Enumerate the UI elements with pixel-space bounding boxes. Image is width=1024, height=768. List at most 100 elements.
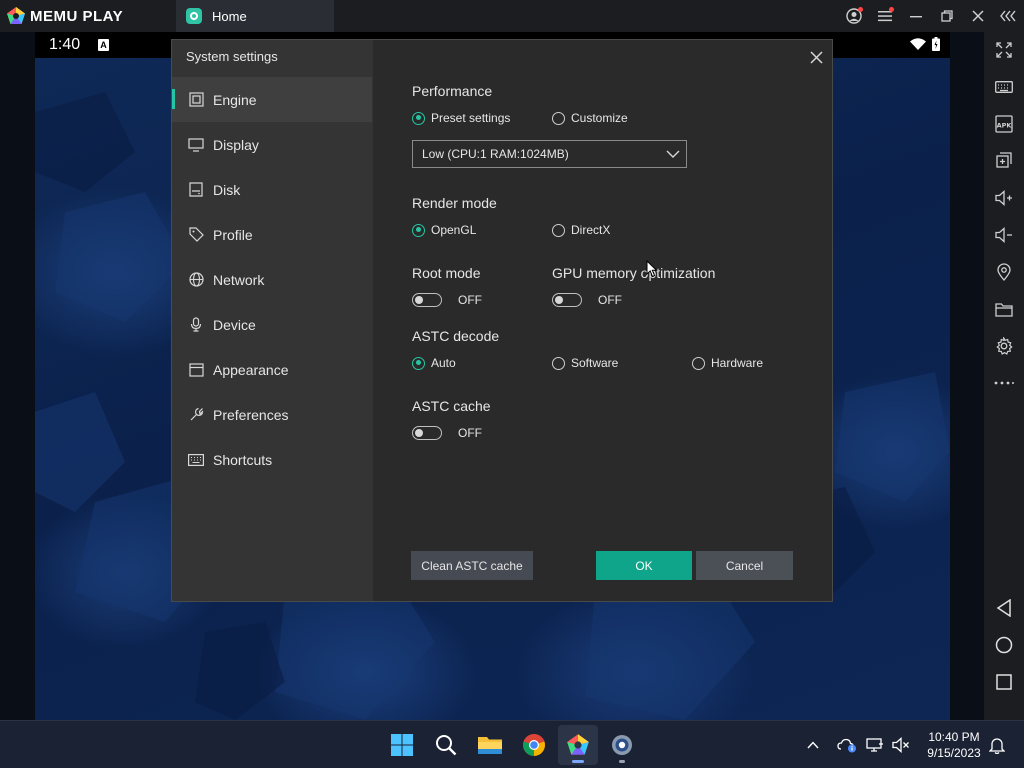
taskbar-clock[interactable]: 10:40 PM 9/15/2023 [918, 729, 990, 761]
nav-item-network[interactable]: Network [172, 257, 372, 302]
home-circle-icon [995, 636, 1013, 654]
start-button[interactable] [382, 725, 422, 765]
right-toolbar: APK [984, 32, 1024, 720]
more-button[interactable] [984, 368, 1024, 398]
windows-logo-icon [391, 734, 413, 756]
toggle-state: OFF [598, 293, 622, 307]
settings-app-button[interactable] [602, 725, 642, 765]
volume-down-button[interactable] [984, 220, 1024, 250]
radio-indicator [412, 223, 425, 237]
show-hidden-icons-button[interactable] [802, 721, 824, 768]
collapse-sidebar-button[interactable] [993, 0, 1024, 32]
close-icon [809, 50, 823, 64]
running-indicator [619, 760, 625, 763]
network-button[interactable] [862, 721, 888, 768]
select-value: Low (CPU:1 RAM:1024MB) [422, 147, 569, 161]
chrome-button[interactable] [514, 725, 554, 765]
radio-preset-settings[interactable]: Preset settings [412, 111, 510, 125]
restore-icon [940, 10, 953, 22]
radio-label: Preset settings [431, 111, 511, 125]
chevron-up-icon [807, 741, 819, 749]
nav-item-label: Display [213, 136, 259, 153]
cancel-button[interactable]: Cancel [696, 551, 793, 580]
astc-cache-toggle[interactable]: OFF [412, 426, 482, 440]
radio-astc-auto[interactable]: Auto [412, 356, 456, 370]
memu-logo: MEMU PLAY [0, 0, 176, 32]
folder-icon [995, 302, 1013, 317]
battery-icon [932, 37, 940, 51]
radio-indicator [552, 356, 565, 370]
performance-preset-select[interactable]: Low (CPU:1 RAM:1024MB) [412, 140, 687, 168]
performance-label: Performance [412, 83, 493, 99]
clean-astc-cache-button[interactable]: Clean ASTC cache [411, 551, 533, 580]
dialog-close-button[interactable] [806, 47, 826, 67]
nav-item-disk[interactable]: Disk [172, 167, 372, 212]
volume-button[interactable] [888, 721, 914, 768]
recents-square-icon [996, 674, 1012, 690]
gear-icon [996, 337, 1013, 355]
close-window-button[interactable] [962, 0, 993, 32]
menu-button[interactable] [869, 0, 900, 32]
hamburger-icon [877, 11, 892, 22]
fullscreen-button[interactable] [984, 35, 1024, 65]
root-mode-toggle[interactable]: OFF [412, 293, 482, 307]
gpu-memory-toggle[interactable]: OFF [552, 293, 622, 307]
android-clock: 1:40 [49, 36, 81, 53]
add-window-icon [996, 152, 1012, 168]
keyboard-icon [188, 452, 204, 468]
astc-decode-label: ASTC decode [412, 328, 500, 344]
restore-button[interactable] [931, 0, 962, 32]
nav-item-label: Network [213, 271, 265, 288]
settings-button[interactable] [984, 331, 1024, 361]
minimize-icon [909, 16, 922, 18]
radio-customize[interactable]: Customize [552, 111, 628, 125]
radio-label: OpenGL [431, 223, 477, 237]
nav-item-shortcuts[interactable]: Shortcuts [172, 437, 372, 482]
radio-astc-hardware[interactable]: Hardware [692, 356, 763, 370]
memu-taskbar-button[interactable] [558, 725, 598, 765]
shared-folder-button[interactable] [984, 294, 1024, 324]
nav-item-label: Appearance [213, 361, 289, 378]
minimize-button[interactable] [900, 0, 931, 32]
radio-indicator [692, 356, 705, 370]
nav-item-display[interactable]: Display [172, 122, 372, 167]
dialog-title: System settings [186, 49, 278, 64]
nav-item-preferences[interactable]: Preferences [172, 392, 372, 437]
home-tab-icon [186, 8, 202, 24]
nav-item-label: Shortcuts [213, 451, 273, 468]
onedrive-button[interactable] [832, 721, 862, 768]
search-button[interactable] [426, 725, 466, 765]
nav-item-appearance[interactable]: Appearance [172, 347, 372, 392]
globe-icon [188, 272, 204, 288]
recents-button[interactable] [984, 667, 1024, 697]
notifications-button[interactable] [986, 733, 1008, 757]
astc-cache-label: ASTC cache [412, 398, 491, 414]
volume-up-button[interactable] [984, 183, 1024, 213]
location-button[interactable] [984, 257, 1024, 287]
apk-install-button[interactable]: APK [984, 109, 1024, 139]
chevron-down-icon [666, 150, 680, 158]
back-button[interactable] [984, 593, 1024, 623]
multi-instance-button[interactable] [984, 145, 1024, 175]
volume-up-icon [995, 190, 1012, 206]
tab-home[interactable]: Home [176, 0, 334, 32]
ok-button[interactable]: OK [596, 551, 692, 580]
back-triangle-icon [996, 599, 1011, 617]
toggle-knob [555, 295, 563, 304]
nav-item-device[interactable]: Device [172, 302, 372, 347]
disk-icon [188, 182, 204, 198]
radio-astc-software[interactable]: Software [552, 356, 618, 370]
radio-directx[interactable]: DirectX [552, 223, 610, 237]
nav-item-profile[interactable]: Profile [172, 212, 372, 257]
file-explorer-button[interactable] [470, 725, 510, 765]
svg-text:APK: APK [997, 122, 1013, 130]
account-button[interactable] [838, 0, 869, 32]
radio-label: Customize [571, 111, 628, 125]
radio-opengl[interactable]: OpenGL [412, 223, 476, 237]
taskbar-date: 9/15/2023 [927, 746, 981, 760]
monitor-icon [188, 137, 204, 153]
taskbar-time: 10:40 PM [928, 730, 980, 744]
nav-item-engine[interactable]: Engine [172, 77, 372, 122]
home-button[interactable] [984, 630, 1024, 660]
keyboard-mapping-button[interactable] [984, 72, 1024, 102]
